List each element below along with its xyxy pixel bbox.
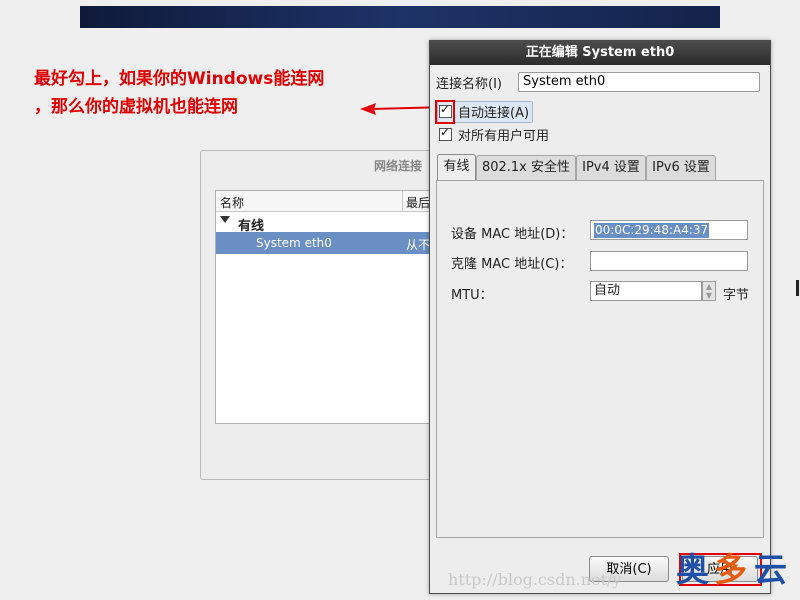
connection-name-input[interactable] [518, 72, 760, 92]
top-banner [80, 6, 720, 28]
tab-8021x-security[interactable]: 802.1x 安全性 [476, 155, 576, 181]
column-header-name[interactable]: 名称 [220, 194, 244, 211]
tab-ipv6-settings[interactable]: IPv6 设置 [646, 155, 716, 181]
device-mac-label: 设备 MAC 地址(D)： [451, 227, 574, 242]
dialog-title: 正在编辑 System eth0 [430, 41, 770, 65]
checkbox-checked-icon[interactable] [439, 125, 452, 141]
watermark-logo: 奥 多 云 [676, 550, 796, 595]
all-users-label: 对所有用户可用 [458, 128, 550, 144]
mtu-spinner[interactable]: ▲ ▼ [702, 281, 716, 301]
column-header-last-used[interactable]: 最后 [406, 194, 430, 211]
network-connections-window: 网络连接 名称 最后 有线 System eth0 从不 [200, 150, 438, 480]
edge-marker [796, 280, 799, 296]
connection-name: System eth0 [256, 236, 332, 250]
cloned-mac-label: 克隆 MAC 地址(C)： [451, 257, 573, 272]
list-header: 名称 最后 [216, 191, 437, 212]
network-connections-title: 网络连接 [374, 159, 423, 173]
tab-ipv4-settings[interactable]: IPv4 设置 [576, 155, 646, 181]
annotation-highlight-box [435, 100, 455, 124]
connection-name-label: 连接名称(I) [436, 77, 502, 92]
watermark-logo-char-3: 云 [754, 550, 787, 589]
list-item[interactable]: System eth0 从不 [216, 232, 437, 254]
device-mac-value: 00:0C:29:48:A4:37 [594, 223, 710, 238]
device-mac-input[interactable]: 00:0C:29:48:A4:37 [590, 220, 748, 240]
spin-up-icon[interactable]: ▲ [703, 282, 715, 291]
mtu-input[interactable]: 自动 [590, 281, 702, 301]
all-users-checkbox[interactable]: 对所有用户可用 [439, 125, 550, 144]
watermark-url: http://blog.csdn.net/y [448, 570, 622, 589]
auto-connect-label: 自动连接(A) [458, 105, 530, 121]
spin-down-icon[interactable]: ▼ [703, 291, 715, 300]
watermark-logo-char-2: 多 [714, 550, 747, 589]
tab-wired[interactable]: 有线 [437, 154, 476, 182]
expander-down-icon[interactable] [220, 216, 230, 223]
connections-list[interactable]: 名称 最后 有线 System eth0 从不 [215, 190, 438, 424]
group-wired[interactable]: 有线 [216, 212, 437, 234]
watermark-logo-char-1: 奥 [676, 550, 709, 589]
connection-last-used: 从不 [406, 238, 431, 252]
mtu-unit: 字节 [723, 288, 750, 303]
mtu-label: MTU： [451, 288, 493, 303]
edit-connection-dialog: 正在编辑 System eth0 连接名称(I) 自动连接(A) 对所有用户可用… [429, 40, 771, 594]
annotation-line-2: ，那么你的虚拟机也能连网 [34, 97, 238, 117]
cloned-mac-input[interactable] [590, 251, 748, 271]
annotation-line-1: 最好勾上，如果你的Windows能连网 [34, 69, 325, 89]
